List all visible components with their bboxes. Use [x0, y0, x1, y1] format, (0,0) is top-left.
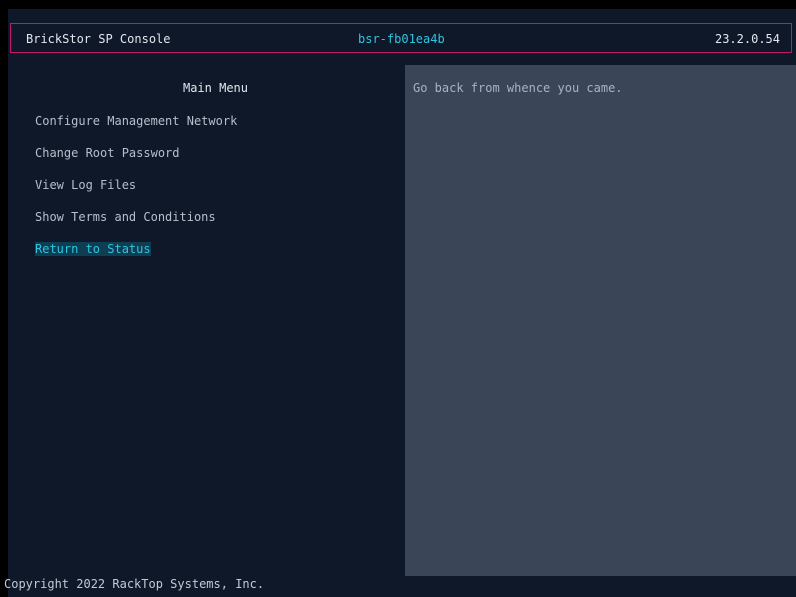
- menu-item-show-terms[interactable]: Show Terms and Conditions: [35, 210, 237, 242]
- console-title: BrickStor SP Console: [26, 32, 171, 46]
- main-menu-pane: Main Menu Configure Management Network C…: [8, 63, 405, 575]
- copyright-footer: Copyright 2022 RackTop Systems, Inc.: [4, 577, 265, 591]
- menu-item-label: Return to Status: [35, 242, 151, 256]
- menu-item-label: Configure Management Network: [35, 114, 238, 128]
- menu-item-change-root-password[interactable]: Change Root Password: [35, 146, 237, 178]
- main-menu-list: Configure Management Network Change Root…: [35, 114, 237, 274]
- menu-item-label: Show Terms and Conditions: [35, 210, 216, 224]
- help-pane: Go back from whence you came.: [405, 65, 796, 576]
- menu-item-configure-management-network[interactable]: Configure Management Network: [35, 114, 237, 146]
- hostname-label: bsr-fb01ea4b: [358, 32, 445, 46]
- menu-item-view-log-files[interactable]: View Log Files: [35, 178, 237, 210]
- version-label: 23.2.0.54: [714, 32, 780, 46]
- menu-item-label: Change Root Password: [35, 146, 180, 160]
- console-screen: BrickStor SP Console bsr-fb01ea4b 23.2.0…: [8, 9, 796, 597]
- help-text: Go back from whence you came.: [413, 81, 623, 95]
- menu-title: Main Menu: [182, 81, 249, 95]
- menu-item-label: View Log Files: [35, 178, 137, 192]
- header-bar: BrickStor SP Console bsr-fb01ea4b 23.2.0…: [10, 23, 792, 53]
- menu-item-return-to-status[interactable]: Return to Status: [35, 242, 237, 274]
